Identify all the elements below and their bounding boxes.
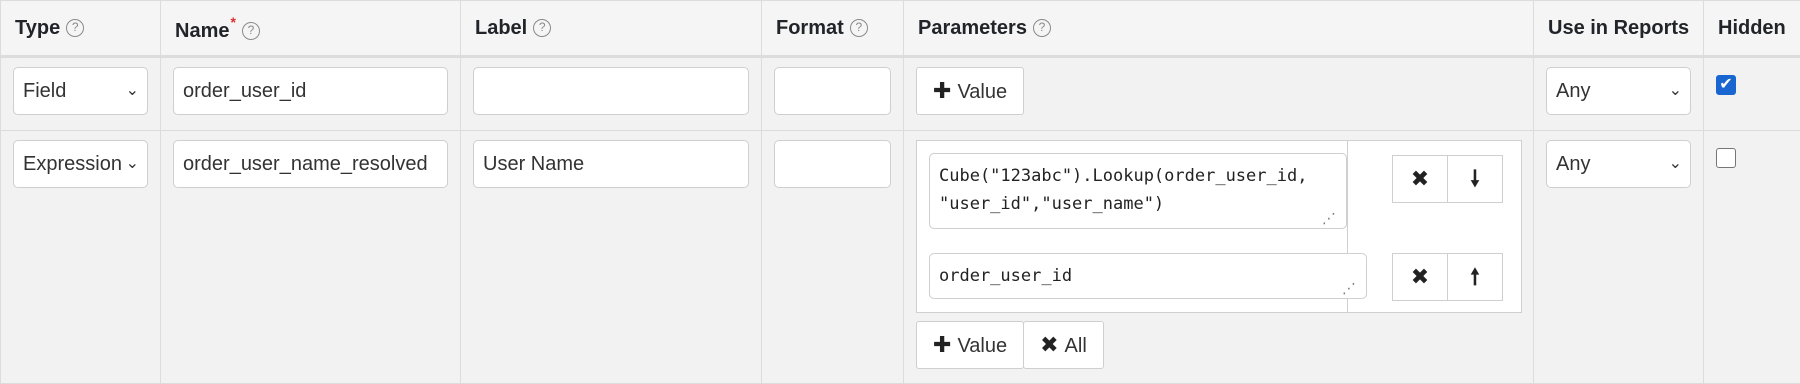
help-icon[interactable]: ?: [242, 22, 260, 40]
hidden-cell: ✔: [1704, 57, 1800, 131]
header-use-in-reports-label: Use in Reports: [1548, 17, 1689, 39]
chevron-down-icon: ⌄: [1669, 68, 1682, 114]
remove-parameter-button[interactable]: ✖: [1392, 155, 1448, 203]
parameters-cell: Cube("123abc").Lookup(order_user_id, "us…: [904, 131, 1534, 384]
add-value-label: Value: [957, 335, 1007, 357]
parameters-list: Cube("123abc").Lookup(order_user_id, "us…: [916, 140, 1522, 313]
type-cell: Expression ⌄: [1, 131, 161, 384]
column-header-parameters: Parameters?: [904, 1, 1534, 57]
name-cell: order_user_id: [161, 57, 461, 131]
chevron-down-icon: ⌄: [126, 68, 139, 114]
check-icon: ✔: [1719, 76, 1732, 93]
add-value-label: Value: [957, 81, 1007, 103]
header-label-label: Label: [475, 17, 527, 39]
column-header-use-in-reports: Use in Reports: [1534, 1, 1704, 57]
label-input[interactable]: [473, 67, 749, 115]
times-icon: ✖: [1040, 332, 1058, 357]
arrow-up-icon: 🠕: [1470, 264, 1479, 289]
use-in-reports-cell: Any ⌄: [1534, 57, 1704, 131]
remove-all-button[interactable]: ✖ All: [1023, 321, 1104, 369]
type-select[interactable]: Expression ⌄: [13, 140, 148, 188]
help-icon[interactable]: ?: [1033, 19, 1051, 37]
parameters-cell: ✚ Value: [904, 57, 1534, 131]
hidden-checkbox[interactable]: ✔: [1716, 75, 1736, 95]
parameter-textarea[interactable]: Cube("123abc").Lookup(order_user_id, "us…: [929, 153, 1347, 229]
type-cell: Field ⌄: [1, 57, 161, 131]
remove-parameter-button[interactable]: ✖: [1392, 253, 1448, 301]
format-input[interactable]: [774, 140, 891, 188]
resize-handle-icon[interactable]: ⋰: [1322, 211, 1336, 225]
plus-icon: ✚: [933, 332, 951, 357]
remove-all-label: All: [1065, 335, 1087, 357]
add-value-button[interactable]: ✚ Value: [916, 67, 1024, 115]
times-icon: ✖: [1411, 166, 1429, 191]
arrow-down-icon: 🠗: [1470, 166, 1479, 191]
plus-icon: ✚: [933, 78, 951, 103]
help-icon[interactable]: ?: [850, 19, 868, 37]
parameter-textarea[interactable]: order_user_id: [929, 253, 1367, 299]
times-icon: ✖: [1411, 264, 1429, 289]
help-icon[interactable]: ?: [66, 19, 84, 37]
move-down-button[interactable]: 🠗: [1447, 155, 1503, 203]
table-row: Expression ⌄ order_user_name_resolved Us…: [1, 131, 1800, 384]
label-input[interactable]: User Name: [473, 140, 749, 188]
use-in-reports-select[interactable]: Any ⌄: [1546, 67, 1691, 115]
chevron-down-icon: ⌄: [1669, 141, 1682, 187]
parameter-actions: ✖ 🠗: [1392, 155, 1503, 203]
column-header-label: Label?: [461, 1, 762, 57]
type-select-value: Expression: [23, 153, 122, 175]
format-cell: [762, 57, 904, 131]
header-row: Type? Name*? Label? Format? Parameters? …: [1, 1, 1800, 57]
use-in-reports-select[interactable]: Any ⌄: [1546, 140, 1691, 188]
name-input[interactable]: order_user_id: [173, 67, 448, 115]
use-in-reports-cell: Any ⌄: [1534, 131, 1704, 384]
column-header-hidden: Hidden: [1704, 1, 1800, 57]
add-value-button[interactable]: ✚ Value: [916, 321, 1024, 369]
type-select[interactable]: Field ⌄: [13, 67, 148, 115]
name-input[interactable]: order_user_name_resolved: [173, 140, 448, 188]
column-header-name: Name*?: [161, 1, 461, 57]
column-header-format: Format?: [762, 1, 904, 57]
column-header-type: Type?: [1, 1, 161, 57]
header-format-label: Format: [776, 17, 844, 39]
label-cell: User Name: [461, 131, 762, 384]
header-type-label: Type: [15, 17, 60, 39]
format-input[interactable]: [774, 67, 891, 115]
help-icon[interactable]: ?: [533, 19, 551, 37]
header-parameters-label: Parameters: [918, 17, 1027, 39]
type-select-value: Field: [23, 80, 66, 102]
parameter-buttons: ✚ Value ✖ All: [916, 321, 1104, 369]
use-in-reports-value: Any: [1556, 153, 1590, 175]
chevron-down-icon: ⌄: [126, 141, 139, 187]
parameter-actions: ✖ 🠕: [1392, 253, 1503, 301]
header-name-label: Name: [175, 20, 229, 42]
fields-table: Type? Name*? Label? Format? Parameters? …: [0, 0, 1800, 384]
hidden-checkbox[interactable]: [1716, 148, 1736, 168]
table-row: Field ⌄ order_user_id ✚ Value Any: [1, 57, 1800, 131]
hidden-cell: [1704, 131, 1800, 384]
name-cell: order_user_name_resolved: [161, 131, 461, 384]
required-marker: *: [230, 14, 235, 30]
label-cell: [461, 57, 762, 131]
header-hidden-label: Hidden: [1718, 17, 1786, 39]
resize-handle-icon[interactable]: ⋰: [1342, 281, 1356, 295]
use-in-reports-value: Any: [1556, 80, 1590, 102]
move-up-button[interactable]: 🠕: [1447, 253, 1503, 301]
format-cell: [762, 131, 904, 384]
